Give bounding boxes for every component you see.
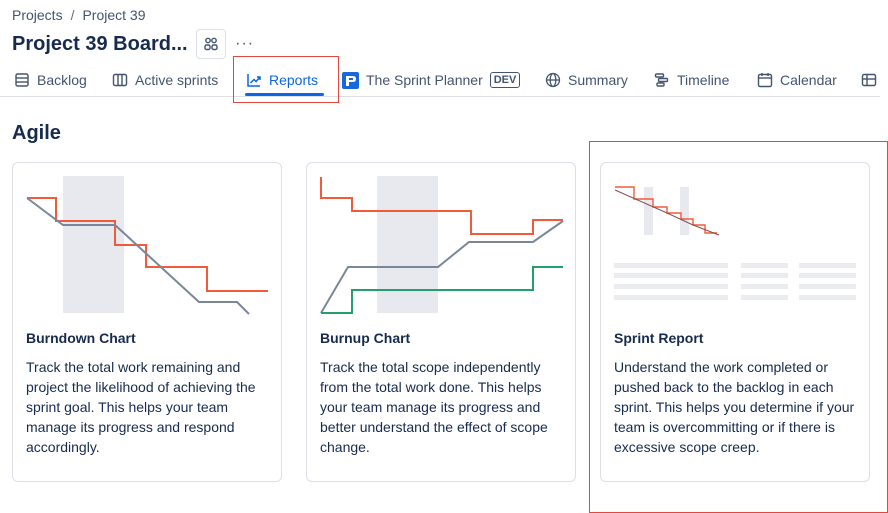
breadcrumb: Projects / Project 39 (12, 7, 146, 23)
sprint-report-illustration (614, 186, 856, 300)
tab-summary[interactable]: Summary (545, 64, 628, 96)
burndown-chart-card[interactable]: Burndown Chart Track the total work rema… (12, 162, 282, 482)
dev-badge: DEV (489, 72, 521, 88)
tab-calendar[interactable]: Calendar (757, 64, 837, 96)
card-title: Burnup Chart (320, 330, 411, 346)
trend-chart-icon (247, 74, 261, 87)
tab-label: Summary (568, 72, 628, 88)
project-tabs: Backlog Active sprints Reports The Sprin… (0, 64, 880, 97)
tab-timeline[interactable]: Timeline (654, 64, 729, 96)
card-description: Track the total work remaining and proje… (26, 359, 256, 455)
tab-active-sprints[interactable]: Active sprints (112, 64, 218, 96)
card-title: Burndown Chart (26, 330, 136, 346)
burnup-chart-illustration (320, 176, 564, 314)
more-actions-button[interactable]: ··· (230, 29, 260, 59)
scope-line (615, 186, 717, 234)
page-title: Project 39 Board... (12, 32, 188, 55)
tab-reports[interactable]: Reports (246, 64, 318, 96)
sprint-report-card[interactable]: Sprint Report Understand the work comple… (600, 162, 870, 482)
tab-label: The Sprint Planner (366, 72, 483, 88)
tab-sprint-planner[interactable]: The Sprint Planner DEV (342, 64, 521, 96)
breadcrumb-projects[interactable]: Projects (12, 7, 63, 23)
tab-label: Timeline (677, 72, 730, 88)
burndown-chart-illustration (26, 176, 268, 315)
backlog-icon (15, 73, 29, 87)
table-icon (861, 73, 877, 87)
work-line (26, 197, 250, 315)
card-title: Sprint Report (614, 330, 704, 346)
sprint-planner-app-icon (342, 71, 359, 89)
tab-label: Calendar (780, 72, 837, 88)
tab-label: Backlog (37, 72, 87, 88)
card-description: Track the total scope independently from… (320, 359, 548, 455)
tab-label: Reports (269, 72, 319, 88)
breadcrumb-project[interactable]: Project 39 (82, 7, 145, 23)
sprint-bar (680, 187, 689, 235)
calendar-icon (757, 73, 773, 88)
team-button[interactable] (195, 29, 226, 59)
people-icon (203, 37, 218, 51)
sprint-bar (644, 187, 653, 235)
globe-icon (545, 72, 561, 88)
title-row: Project 39 Board... ··· (12, 28, 260, 60)
breadcrumb-separator: / (70, 7, 75, 23)
sprint-bar (377, 176, 438, 313)
card-description: Understand the work completed or pushed … (614, 359, 855, 455)
report-table-lines (614, 263, 856, 300)
active-tab-indicator (245, 93, 324, 96)
scope-line (320, 177, 563, 235)
board-columns-icon (112, 73, 128, 87)
timeline-icon (654, 73, 669, 87)
section-title-agile: Agile (12, 122, 61, 144)
burnup-chart-card[interactable]: Burnup Chart Track the total scope indep… (306, 162, 576, 482)
tab-label: Active sprints (135, 72, 219, 88)
done-line (321, 266, 563, 314)
work-line (614, 189, 720, 236)
tab-backlog[interactable]: Backlog (14, 64, 87, 96)
tab-list[interactable] (861, 64, 877, 96)
